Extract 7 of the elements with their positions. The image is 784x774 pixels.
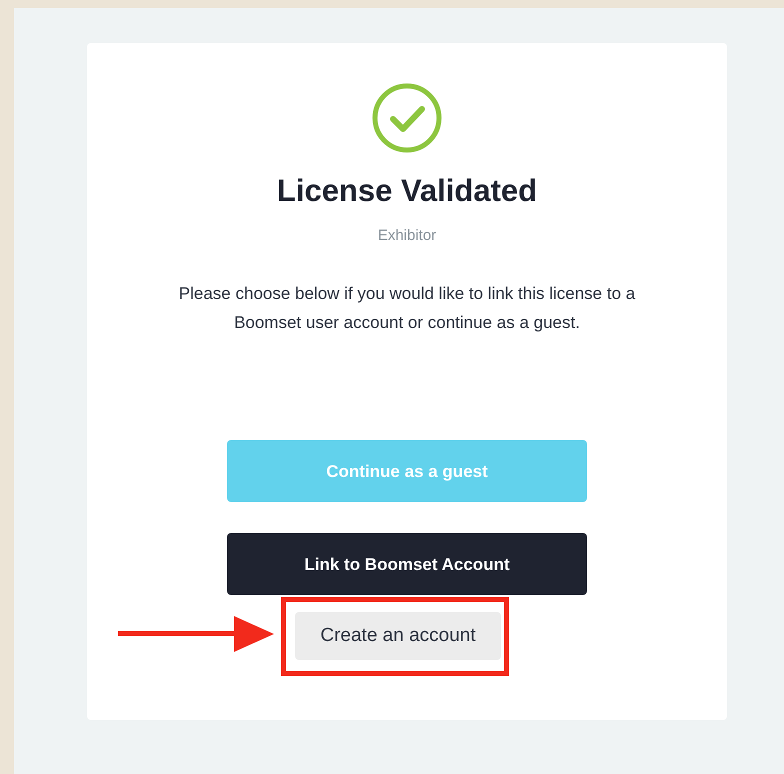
link-account-button[interactable]: Link to Boomset Account <box>227 533 587 596</box>
license-type: Exhibitor <box>378 226 436 246</box>
instruction-text: Please choose below if you would like to link this license to a Boomset user account or continue as a guest. <box>178 283 636 334</box>
check-circle-icon <box>371 82 443 154</box>
create-account-button[interactable]: Create an account <box>295 612 501 660</box>
card-title: License Validated <box>276 172 538 210</box>
arrow-icon <box>118 616 274 652</box>
